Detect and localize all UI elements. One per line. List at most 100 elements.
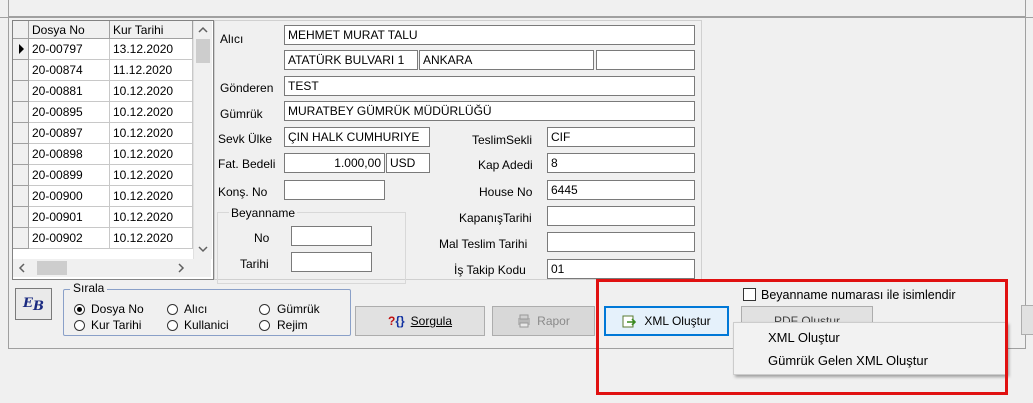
mal-teslim-tarihi-field[interactable] [547,232,695,252]
beyanname-no-label: No [254,231,270,245]
cell-kur-tarihi[interactable]: 10.12.2020 [110,207,193,228]
cell-dosya-no[interactable]: 20-00901 [29,207,110,228]
grid-corner-header [13,21,29,39]
radio-dosya-no[interactable] [74,304,85,315]
house-no-label: House No [479,185,533,199]
cell-kur-tarihi[interactable]: 10.12.2020 [110,165,193,186]
radio-dosya-no-label[interactable]: Dosya No [91,302,144,316]
is-takip-kodu-field[interactable]: 01 [547,259,695,279]
report-icon [518,314,531,328]
fat-bedeli-label: Fat. Bedeli [218,157,276,171]
is-takip-kodu-label: İş Takip Kodu [454,263,526,277]
rapor-button[interactable]: Rapor [492,306,595,336]
radio-kullanici[interactable] [167,320,178,331]
row-indicator[interactable] [13,39,29,60]
row-indicator[interactable] [13,102,29,123]
alici-name-field[interactable]: MEHMET MURAT TALU [284,25,695,45]
radio-rejim[interactable] [259,320,270,331]
fat-bedeli-field[interactable]: 1.000,00 [284,153,385,173]
alici-extra-field[interactable] [596,50,695,70]
cell-kur-tarihi[interactable]: 10.12.2020 [110,144,193,165]
cell-kur-tarihi[interactable]: 10.12.2020 [110,123,193,144]
mal-teslim-tarihi-label: Mal Teslim Tarihi [439,237,528,251]
cell-dosya-no[interactable]: 20-00797 [29,39,110,60]
horizontal-scroll-thumb[interactable] [37,261,67,275]
radio-gumruk[interactable] [259,304,270,315]
sevk-ulke-label: Sevk Ülke [218,132,273,146]
eb-logo-button[interactable]: EB [15,288,52,320]
sevk-ulke-field[interactable]: ÇIN HALK CUMHURIYE [284,127,430,147]
logo-letter-e: E [23,296,33,311]
alici-label: Alıcı [220,32,244,46]
cell-dosya-no[interactable]: 20-00900 [29,186,110,207]
kap-adedi-label: Kap Adedi [478,158,533,172]
beyanname-no-field[interactable] [291,226,372,246]
top-frame [8,0,1026,17]
cell-kur-tarihi[interactable]: 10.12.2020 [110,102,193,123]
query-icon: ?{} [387,314,405,328]
radio-alici[interactable] [167,304,178,315]
scroll-down-icon[interactable] [198,245,208,253]
cell-dosya-no[interactable]: 20-00881 [29,81,110,102]
row-indicator[interactable] [13,144,29,165]
radio-kur-tarihi[interactable] [74,320,85,331]
cell-dosya-no[interactable]: 20-00902 [29,228,110,249]
beyanname-group-title: Beyanname [229,206,298,220]
scroll-corner [193,259,211,277]
beyanname-group [217,212,406,284]
row-indicator[interactable] [13,60,29,81]
kap-adedi-field[interactable]: 8 [547,153,695,173]
partial-right-button[interactable] [1021,305,1033,335]
gonderen-field[interactable]: TEST [284,76,695,96]
radio-kur-tarihi-label[interactable]: Kur Tarihi [91,318,141,332]
sorgula-button[interactable]: ?{} Sorgula [355,306,485,336]
currency-field[interactable]: USD [386,153,430,173]
cell-dosya-no[interactable]: 20-00874 [29,60,110,81]
cell-dosya-no[interactable]: 20-00897 [29,123,110,144]
sirala-title: Sırala [70,281,108,295]
alici-city-field[interactable]: ANKARA [419,50,594,70]
row-indicator[interactable] [13,207,29,228]
scroll-up-icon[interactable] [198,26,208,34]
dosya-grid[interactable]: Dosya No Kur Tarihi 20-00797 13.12.2020 20… [12,20,214,280]
beyanname-tarih-label: Tarihi [240,257,269,271]
alici-address-field[interactable]: ATATÜRK BULVARI 1 [284,50,418,70]
cell-dosya-no[interactable]: 20-00898 [29,144,110,165]
teslim-sekli-label: TeslimSekli [472,133,533,147]
cell-kur-tarihi[interactable]: 13.12.2020 [110,39,193,60]
radio-kullanici-label[interactable]: Kullanici [184,318,229,332]
highlight-box [596,279,1008,395]
row-indicator[interactable] [13,165,29,186]
teslim-sekli-field[interactable]: CIF [547,127,695,147]
row-indicator[interactable] [13,228,29,249]
column-header-kur-tarihi[interactable]: Kur Tarihi [110,21,193,39]
grid-vertical-scrollbar[interactable] [193,21,212,259]
radio-rejim-label[interactable]: Rejim [277,318,308,332]
kons-no-field[interactable] [284,180,385,200]
gumruk-field[interactable]: MURATBEY GÜMRÜK MÜDÜRLÜĞÜ [284,101,695,121]
cell-kur-tarihi[interactable]: 10.12.2020 [110,81,193,102]
row-indicator[interactable] [13,186,29,207]
radio-gumruk-label[interactable]: Gümrük [277,302,320,316]
vertical-scroll-thumb[interactable] [196,39,210,63]
scroll-left-icon[interactable] [18,263,26,273]
beyanname-tarih-field[interactable] [291,252,372,272]
row-indicator[interactable] [13,123,29,144]
logo-letter-b: B [32,299,44,314]
kapanis-tarihi-field[interactable] [547,206,695,226]
gumruk-label: Gümrük [220,107,263,121]
grid-horizontal-scrollbar[interactable] [13,259,193,277]
house-no-field[interactable]: 6445 [547,180,695,200]
cell-dosya-no[interactable]: 20-00895 [29,102,110,123]
rapor-label: Rapor [537,314,570,328]
kons-no-label: Konş. No [218,185,268,199]
cell-dosya-no[interactable]: 20-00899 [29,165,110,186]
cell-kur-tarihi[interactable]: 11.12.2020 [110,60,193,81]
cell-kur-tarihi[interactable]: 10.12.2020 [110,228,193,249]
scroll-right-icon[interactable] [177,263,185,273]
row-indicator[interactable] [13,81,29,102]
column-header-dosya-no[interactable]: Dosya No [29,21,110,39]
gonderen-label: Gönderen [220,81,274,95]
radio-alici-label[interactable]: Alıcı [184,302,207,316]
cell-kur-tarihi[interactable]: 10.12.2020 [110,186,193,207]
